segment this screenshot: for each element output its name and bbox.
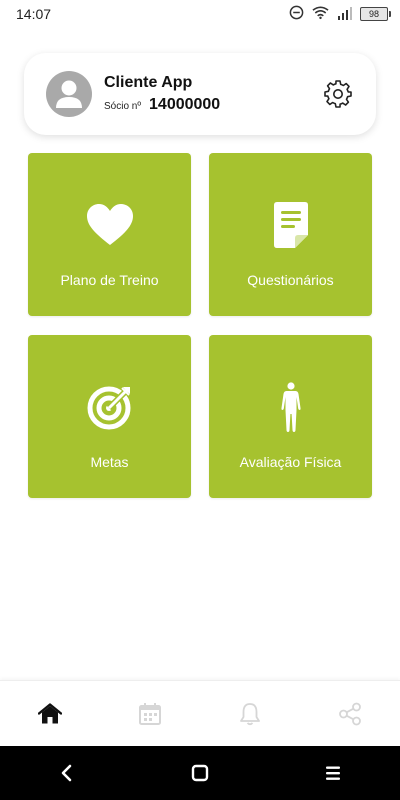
signal-icon bbox=[337, 6, 352, 23]
bell-icon bbox=[240, 703, 260, 726]
tile-label: Avaliação Física bbox=[239, 454, 342, 470]
square-home-icon bbox=[191, 764, 209, 782]
home-button[interactable] bbox=[175, 753, 225, 793]
bottom-navigation bbox=[0, 680, 400, 747]
system-navigation-bar bbox=[0, 746, 400, 800]
tile-label: Metas bbox=[90, 454, 129, 470]
home-icon bbox=[38, 703, 62, 724]
profile-info: Cliente App Sócio nº 14000000 bbox=[104, 74, 322, 114]
tile-questionarios[interactable]: Questionários bbox=[209, 153, 372, 316]
nav-home[interactable] bbox=[25, 689, 75, 739]
member-label: Sócio nº bbox=[104, 101, 142, 112]
battery-icon: 98 bbox=[360, 7, 391, 21]
status-bar: 14:07 98 bbox=[0, 0, 400, 28]
target-icon bbox=[28, 383, 191, 431]
back-icon bbox=[61, 764, 71, 782]
member-line: Sócio nº 14000000 bbox=[104, 96, 322, 114]
tile-label: Plano de Treino bbox=[60, 272, 159, 288]
tile-plano-de-treino[interactable]: Plano de Treino bbox=[28, 153, 191, 316]
profile-card: Cliente App Sócio nº 14000000 bbox=[24, 53, 376, 135]
calendar-icon bbox=[139, 703, 161, 725]
document-icon bbox=[209, 201, 372, 249]
menu-tiles: Plano de Treino Questionários Metas Aval… bbox=[28, 153, 372, 498]
tile-metas[interactable]: Metas bbox=[28, 335, 191, 498]
body-icon bbox=[209, 382, 372, 432]
nav-calendar[interactable] bbox=[125, 689, 175, 739]
recents-button[interactable] bbox=[308, 753, 358, 793]
settings-button[interactable] bbox=[322, 78, 354, 110]
tile-label: Questionários bbox=[247, 272, 334, 288]
member-number: 14000000 bbox=[149, 96, 221, 113]
nav-share[interactable] bbox=[325, 689, 375, 739]
user-icon bbox=[56, 80, 82, 108]
back-button[interactable] bbox=[42, 753, 92, 793]
menu-icon bbox=[326, 766, 341, 780]
share-icon bbox=[339, 702, 361, 726]
app-screen: 14:07 98 Cliente App Sócio nº 14000000 P… bbox=[0, 0, 400, 800]
nav-notifications[interactable] bbox=[225, 689, 275, 739]
tile-avaliacao-fisica[interactable]: Avaliação Física bbox=[209, 335, 372, 498]
wifi-icon bbox=[312, 5, 329, 23]
avatar[interactable] bbox=[46, 71, 92, 117]
do-not-disturb-icon bbox=[289, 5, 304, 23]
status-time: 14:07 bbox=[16, 6, 52, 22]
gear-icon bbox=[324, 80, 352, 108]
profile-name: Cliente App bbox=[104, 74, 193, 91]
status-icons: 98 bbox=[289, 5, 391, 23]
heart-icon bbox=[28, 201, 191, 249]
